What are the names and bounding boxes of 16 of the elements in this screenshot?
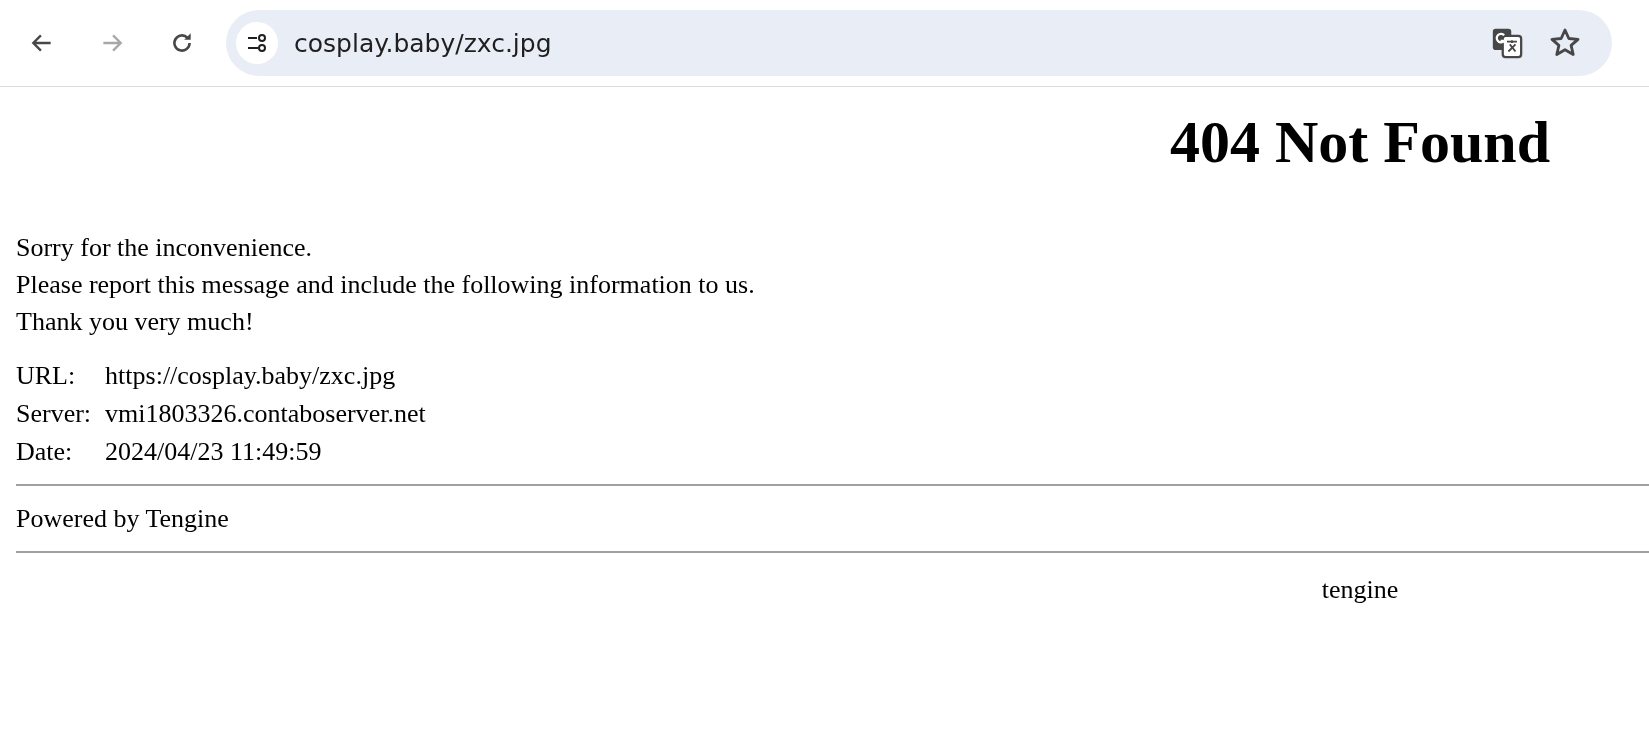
footer-text: tengine [1320,574,1400,606]
info-label: Date: [16,436,74,468]
info-label: Server: [16,398,93,430]
info-label: URL: [16,360,77,392]
site-settings-icon[interactable] [236,22,278,64]
url-text: cosplay.baby/zxc.jpg [294,28,553,58]
message-text: Sorry for the inconvenience. [16,232,313,264]
translate-icon[interactable] [1490,26,1524,60]
info-value: 2024/04/23 11:49:59 [105,436,323,468]
message-text: Thank you very much! [16,306,255,338]
info-value: https://cosplay.baby/zxc.jpg [105,360,397,392]
powered-by-text: Powered by Tengine [16,503,230,535]
address-bar[interactable]: cosplay.baby/zxc.jpg [226,10,1612,76]
message-text: Please report this message and include the following information to us. [16,269,756,301]
info-value: vmi1803326.contaboserver.net [105,398,426,430]
error-heading: 404 Not Found [1168,108,1552,177]
